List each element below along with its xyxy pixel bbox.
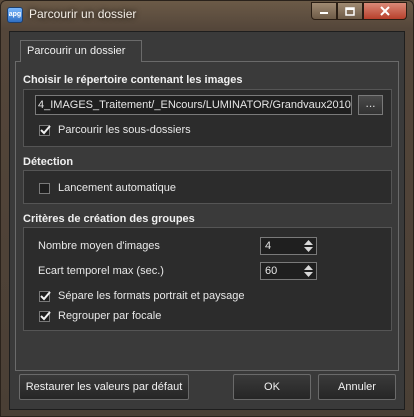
ok-button[interactable]: OK — [233, 374, 311, 400]
time-gap-spinbox[interactable]: 60 — [260, 262, 317, 280]
auto-launch-label: Lancement automatique — [58, 182, 177, 194]
avg-images-spinbox[interactable]: 4 — [260, 237, 317, 255]
avg-images-label: Nombre moyen d'images — [38, 240, 160, 252]
split-formats-label: Sépare les formats portrait et paysage — [58, 290, 245, 302]
group-focal-checkbox[interactable]: Regrouper par focale — [39, 310, 161, 322]
checkmark-icon — [40, 124, 51, 134]
groups-heading: Critères de création des groupes — [23, 213, 195, 225]
spin-arrows-icon[interactable] — [304, 265, 313, 277]
time-gap-label: Ecart temporel max (sec.) — [38, 265, 164, 277]
subfolders-label: Parcourir les sous-dossiers — [58, 124, 191, 136]
avg-images-value: 4 — [265, 240, 272, 252]
auto-launch-checkbox[interactable]: Lancement automatique — [39, 182, 176, 194]
tab-parcourir-dossier[interactable]: Parcourir un dossier — [20, 40, 142, 62]
folder-group-heading: Choisir le répertoire contenant les imag… — [23, 74, 243, 86]
dialog-client-area: Parcourir un dossier Choisir le répertoi… — [9, 31, 405, 410]
checkbox-box[interactable] — [39, 290, 51, 302]
window-title: Parcourir un dossier — [29, 7, 137, 21]
minimize-icon — [320, 12, 328, 14]
minimize-button[interactable] — [311, 2, 337, 20]
folder-path-field[interactable]: 4_IMAGES_Traitement/_ENcours/LUMINATOR/G… — [35, 95, 352, 115]
app-icon: apg — [7, 7, 23, 23]
cancel-button[interactable]: Annuler — [318, 374, 396, 400]
checkbox-box[interactable] — [39, 310, 51, 322]
title-bar[interactable]: apg Parcourir un dossier — [1, 1, 413, 29]
detection-group-heading: Détection — [23, 156, 74, 168]
window-controls — [311, 2, 407, 22]
restore-defaults-button[interactable]: Restaurer les valeurs par défaut — [19, 374, 189, 400]
browse-button[interactable]: ... — [358, 95, 383, 115]
split-formats-checkbox[interactable]: Sépare les formats portrait et paysage — [39, 290, 244, 302]
group-focal-label: Regrouper par focale — [58, 310, 162, 322]
checkbox-box[interactable] — [39, 124, 51, 136]
checkmark-icon — [40, 310, 51, 320]
time-gap-value: 60 — [265, 265, 278, 277]
maximize-button[interactable] — [337, 2, 363, 20]
subfolders-checkbox[interactable]: Parcourir les sous-dossiers — [39, 124, 191, 136]
close-button[interactable] — [363, 2, 407, 20]
maximize-icon — [345, 6, 355, 16]
checkbox-box[interactable] — [39, 182, 50, 194]
dialog-window: apg Parcourir un dossier Parcourir un do… — [0, 0, 414, 417]
close-icon — [380, 6, 390, 16]
spin-arrows-icon[interactable] — [304, 240, 313, 252]
checkmark-icon — [40, 290, 51, 300]
